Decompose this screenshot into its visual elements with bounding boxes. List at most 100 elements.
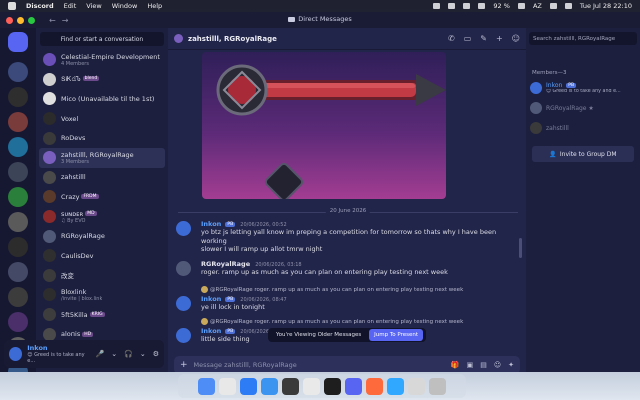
avatar[interactable] [43, 268, 56, 282]
user-name[interactable]: Inkon [27, 344, 90, 352]
server-icon[interactable] [8, 312, 28, 332]
sticker-icon[interactable]: ▤ [480, 361, 487, 369]
avatar[interactable] [43, 229, 56, 243]
apple-icon[interactable] [8, 2, 16, 10]
reply-reference[interactable]: @RGRoyalRage roger. ramp up as much as y… [201, 286, 516, 293]
dock-app-icon[interactable] [219, 377, 236, 395]
dock-app-icon[interactable] [261, 377, 278, 395]
avatar[interactable] [530, 102, 542, 114]
discord-home-icon[interactable] [8, 32, 28, 52]
menubar-clock[interactable]: Tue Jul 28 22:10 [580, 2, 632, 10]
avatar[interactable] [43, 151, 56, 165]
avatar[interactable] [43, 210, 56, 224]
dm-item[interactable]: RGRoyalRage [39, 226, 165, 246]
gear-icon[interactable]: ⚙ [153, 350, 159, 358]
dock-app-icon[interactable] [429, 377, 446, 395]
avatar[interactable] [530, 122, 542, 134]
dm-item[interactable]: RoDevs [39, 128, 165, 148]
search-input[interactable]: Search zahstilll, RGRoyalRage [529, 32, 637, 45]
headphones-icon[interactable]: 🎧 [124, 350, 133, 358]
dock-app-icon[interactable] [324, 377, 341, 395]
dm-item[interactable]: ꜱᴜɴᴅᴇʀ MD ♫ By EVO [39, 207, 165, 227]
search-icon[interactable] [549, 3, 557, 9]
reply-reference[interactable]: @RGRoyalRage roger. ramp up as much as y… [201, 318, 516, 325]
add-friends-icon[interactable]: + [496, 34, 503, 43]
invite-to-group-dm-button[interactable]: 👤 Invite to Group DM [532, 146, 634, 162]
dock-app-icon[interactable] [240, 377, 257, 395]
message-author[interactable]: Inkon [201, 327, 221, 335]
menu-help[interactable]: Help [147, 2, 162, 10]
chat-title[interactable]: zahstilll, RGRoyalRage [188, 35, 277, 43]
member-list-icon[interactable]: ☺ [512, 34, 520, 43]
status-icon[interactable] [463, 3, 471, 9]
member-item[interactable]: Inkon PB 😊 Greed is to take any and e... [530, 80, 636, 96]
avatar[interactable] [43, 190, 56, 204]
dm-item[interactable]: Mico (Unavailable til the 1st) [39, 89, 165, 109]
avatar[interactable] [43, 170, 56, 184]
dock-app-icon[interactable] [408, 377, 425, 395]
status-icon[interactable] [433, 3, 441, 9]
menubar-app-name[interactable]: Discord [26, 2, 54, 10]
chevron-down-icon[interactable]: ⌄ [140, 350, 146, 358]
message-author[interactable]: RGRoyalRage [201, 260, 250, 268]
message-author[interactable]: Inkon [201, 295, 221, 303]
wifi-icon[interactable] [478, 3, 486, 9]
server-icon[interactable] [8, 187, 28, 207]
avatar[interactable] [43, 53, 56, 67]
dm-item[interactable]: Bloxlink/invite | blox.link [39, 285, 165, 305]
avatar[interactable] [43, 131, 56, 145]
voice-call-icon[interactable]: ✆ [448, 34, 455, 43]
server-icon[interactable] [8, 287, 28, 307]
dm-item[interactable]: zahstilll [39, 168, 165, 188]
dock-app-icon[interactable] [345, 377, 362, 395]
avatar[interactable] [176, 221, 191, 236]
avatar[interactable] [530, 82, 542, 94]
avatar[interactable] [176, 261, 191, 276]
avatar[interactable] [176, 296, 191, 311]
chevron-down-icon[interactable]: ⌄ [111, 350, 117, 358]
chat-message[interactable]: RGRoyalRage 20/06/2026, 03:18 roger. ram… [176, 260, 516, 277]
avatar[interactable] [43, 288, 56, 302]
avatar[interactable] [9, 347, 23, 361]
avatar[interactable] [43, 249, 56, 263]
server-icon[interactable] [8, 237, 28, 257]
emoji-icon[interactable]: ☺ [494, 361, 501, 369]
dm-item[interactable]: zahstilll, RGRoyalRage 3 Members [39, 147, 165, 168]
dock-app-icon[interactable] [366, 377, 383, 395]
dock-app-icon[interactable] [303, 377, 320, 395]
gift-icon[interactable]: 🎁 [451, 361, 460, 369]
dm-item[interactable]: CaulisDev [39, 246, 165, 266]
member-item[interactable]: zahstilll [530, 120, 636, 136]
member-item[interactable]: RGRoyalRage ★ [530, 100, 636, 116]
menu-window[interactable]: Window [112, 2, 138, 10]
menu-edit[interactable]: Edit [64, 2, 77, 10]
dm-item[interactable]: 5ft5Killa KRIG [39, 305, 165, 325]
chat-scrollbar[interactable] [519, 238, 522, 258]
plus-icon[interactable]: + [180, 360, 188, 370]
battery-icon[interactable] [517, 3, 525, 9]
pin-icon[interactable]: ✎ [480, 34, 487, 43]
avatar[interactable] [43, 92, 56, 106]
server-icon[interactable] [8, 87, 28, 107]
dock-app-icon[interactable] [387, 377, 404, 395]
dm-item[interactable]: ՏᎥᏦ𝚍Ꮦ blend [39, 70, 165, 90]
dm-item[interactable]: Celestial-Empire Development 4 Members [39, 50, 165, 70]
avatar[interactable] [43, 72, 56, 86]
server-icon[interactable] [8, 112, 28, 132]
server-icon[interactable] [8, 212, 28, 232]
dock-app-icon[interactable] [282, 377, 299, 395]
avatar[interactable] [43, 327, 56, 341]
server-icon[interactable] [8, 262, 28, 282]
dm-item[interactable]: Voxel [39, 109, 165, 129]
avatar[interactable] [176, 328, 191, 343]
dock-app-icon[interactable] [198, 377, 215, 395]
video-call-icon[interactable]: ▭ [464, 34, 472, 43]
dm-item[interactable]: 改変 [39, 266, 165, 286]
message-author[interactable]: Inkon [201, 220, 221, 228]
jump-to-present-button[interactable]: Jump To Present [369, 329, 423, 341]
apps-icon[interactable]: ✦ [508, 361, 514, 369]
message-input[interactable]: Message zahstilll, RGRoyalRage [194, 361, 297, 369]
control-center-icon[interactable] [564, 3, 572, 9]
chat-message[interactable]: @RGRoyalRage roger. ramp up as much as y… [176, 286, 516, 312]
server-icon[interactable] [8, 162, 28, 182]
